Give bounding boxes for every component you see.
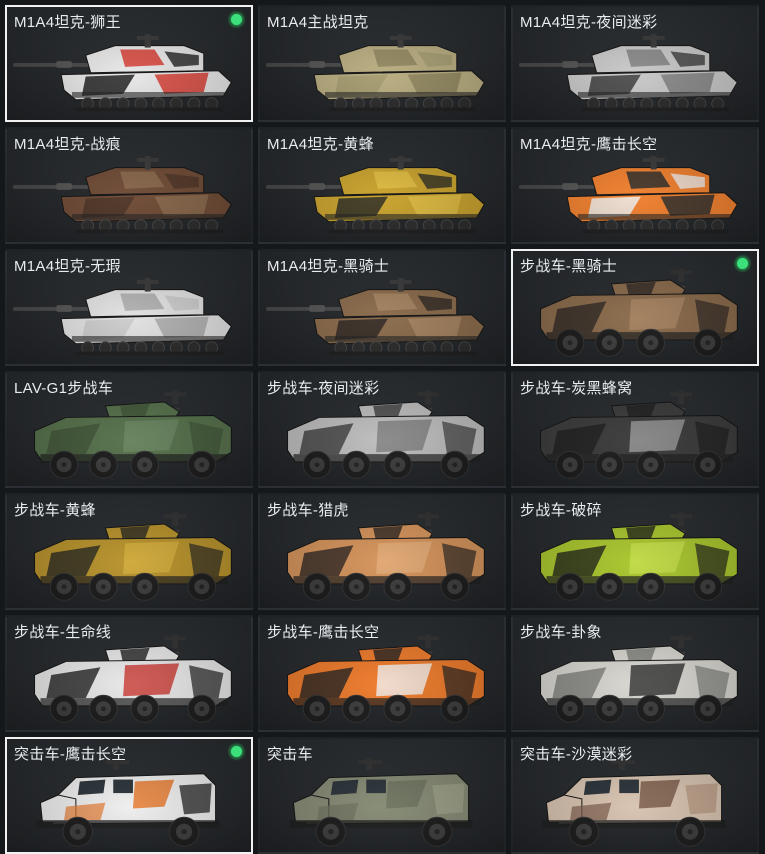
skin-card[interactable]: 步战车-生命线 — [5, 615, 253, 732]
skin-title: 突击车-沙漠迷彩 — [520, 746, 633, 763]
skin-card[interactable]: 突击车-沙漠迷彩 — [511, 737, 759, 854]
skin-card[interactable]: M1A4主战坦克 — [258, 5, 506, 122]
skin-card[interactable]: 步战车-卦象 — [511, 615, 759, 732]
equipped-indicator-icon — [228, 743, 245, 760]
skin-title: M1A4坦克-狮王 — [14, 14, 121, 31]
skin-title: 步战车-夜间迷彩 — [267, 380, 380, 397]
skin-card[interactable]: 突击车 — [258, 737, 506, 854]
skin-card[interactable]: M1A4坦克-黑骑士 — [258, 249, 506, 366]
skin-title: M1A4坦克-鹰击长空 — [520, 136, 658, 153]
skin-title: 步战车-黑骑士 — [520, 258, 618, 275]
skin-title: M1A4坦克-黄蜂 — [267, 136, 374, 153]
skin-title: 突击车 — [267, 746, 313, 763]
skin-card[interactable]: 步战车-黑骑士 — [511, 249, 759, 366]
skin-card[interactable]: LAV-G1步战车 — [5, 371, 253, 488]
skin-card[interactable]: 步战车-猎虎 — [258, 493, 506, 610]
skin-title: M1A4主战坦克 — [267, 14, 369, 31]
skin-card[interactable]: M1A4坦克-鹰击长空 — [511, 127, 759, 244]
vehicle-skin-grid: M1A4坦克-狮王 M1A4主战坦克 M1A4坦克-夜间迷彩 M1A4坦克-战痕 M1A… — [0, 0, 765, 854]
skin-card[interactable]: M1A4坦克-狮王 — [5, 5, 253, 122]
skin-card[interactable]: 步战车-夜间迷彩 — [258, 371, 506, 488]
skin-card[interactable]: M1A4坦克-夜间迷彩 — [511, 5, 759, 122]
skin-card[interactable]: 步战车-破碎 — [511, 493, 759, 610]
skin-title: M1A4坦克-黑骑士 — [267, 258, 390, 275]
skin-title: 步战车-炭黑蜂窝 — [520, 380, 633, 397]
skin-title: LAV-G1步战车 — [14, 380, 114, 397]
skin-card[interactable]: 突击车-鹰击长空 — [5, 737, 253, 854]
skin-title: 步战车-卦象 — [520, 624, 602, 641]
skin-title: M1A4坦克-战痕 — [14, 136, 121, 153]
skin-card[interactable]: 步战车-炭黑蜂窝 — [511, 371, 759, 488]
skin-title: 步战车-鹰击长空 — [267, 624, 380, 641]
skin-title: 步战车-破碎 — [520, 502, 602, 519]
skin-title: 步战车-黄蜂 — [14, 502, 96, 519]
skin-card[interactable]: M1A4坦克-无瑕 — [5, 249, 253, 366]
skin-card[interactable]: 步战车-黄蜂 — [5, 493, 253, 610]
skin-card[interactable]: M1A4坦克-黄蜂 — [258, 127, 506, 244]
equipped-indicator-icon — [228, 11, 245, 28]
skin-title: M1A4坦克-无瑕 — [14, 258, 121, 275]
skin-title: 步战车-猎虎 — [267, 502, 349, 519]
equipped-indicator-icon — [734, 255, 751, 272]
skin-card[interactable]: M1A4坦克-战痕 — [5, 127, 253, 244]
skin-card[interactable]: 步战车-鹰击长空 — [258, 615, 506, 732]
skin-title: 步战车-生命线 — [14, 624, 112, 641]
skin-title: 突击车-鹰击长空 — [14, 746, 127, 763]
skin-title: M1A4坦克-夜间迷彩 — [520, 14, 658, 31]
